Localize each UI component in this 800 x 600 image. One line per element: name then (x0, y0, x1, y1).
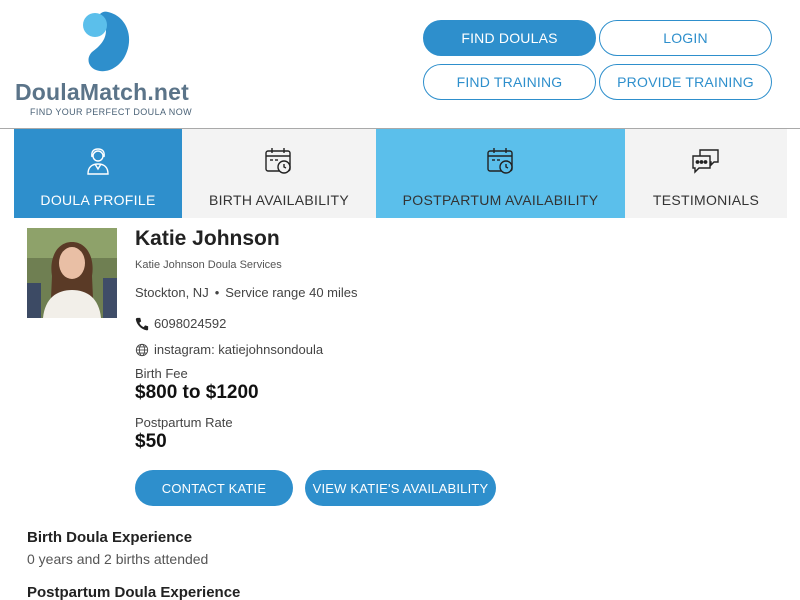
birth-experience-text: 0 years and 2 births attended (27, 551, 209, 567)
site-header: DoulaMatch.net FIND YOUR PERFECT DOULA N… (0, 0, 800, 129)
logo-mark-icon (83, 11, 130, 72)
postpartum-experience-title: Postpartum Doula Experience (27, 584, 241, 600)
profile-tabs: DOULA PROFILE BIRTH AVAILABILITY POSTPAR… (14, 129, 787, 218)
postpartum-rate-label: Postpartum Rate (135, 415, 233, 430)
tab-birth-availability[interactable]: BIRTH AVAILABILITY (182, 129, 376, 218)
phone-row[interactable]: 6098024592 (135, 316, 226, 331)
birth-fee-label: Birth Fee (135, 366, 188, 381)
chat-bubbles-icon (692, 149, 719, 174)
business-name: Katie Johnson Doula Services (135, 259, 282, 271)
provide-training-button[interactable]: PROVIDE TRAINING (599, 64, 772, 100)
view-availability-button[interactable]: VIEW KATIE'S AVAILABILITY (305, 470, 496, 506)
tab-doula-profile[interactable]: DOULA PROFILE (14, 129, 182, 218)
doula-photo (27, 228, 117, 318)
tab-label: POSTPARTUM AVAILABILITY (402, 192, 599, 208)
tab-label: DOULA PROFILE (40, 192, 156, 208)
contact-button[interactable]: CONTACT KATIE (135, 470, 293, 506)
city: Stockton, NJ (135, 285, 209, 300)
calendar-clock-icon (486, 148, 513, 174)
phone-number: 6098024592 (154, 316, 227, 331)
website-row[interactable]: instagram: katiejohnsondoula (135, 342, 323, 357)
postpartum-rate-value: $50 (135, 431, 167, 452)
birth-experience-title: Birth Doula Experience (27, 529, 193, 546)
tab-label: BIRTH AVAILABILITY (208, 192, 349, 208)
doula-photo-image (27, 228, 117, 318)
site-logo[interactable]: DoulaMatch.net FIND YOUR PERFECT DOULA N… (14, 10, 204, 120)
tab-postpartum-availability[interactable]: POSTPARTUM AVAILABILITY (376, 129, 625, 218)
find-doulas-button[interactable]: FIND DOULAS (423, 20, 596, 56)
website-link: instagram: katiejohnsondoula (154, 342, 324, 357)
logo-wordmark: DoulaMatch.net (15, 79, 190, 105)
doula-name: Katie Johnson (135, 227, 280, 250)
tab-label: TESTIMONIALS (652, 192, 760, 208)
separator-dot: • (214, 285, 220, 300)
find-training-button[interactable]: FIND TRAINING (423, 64, 596, 100)
globe-icon (135, 343, 149, 356)
logo-tagline: FIND YOUR PERFECT DOULA NOW (30, 107, 192, 117)
tab-testimonials[interactable]: TESTIMONIALS (625, 129, 787, 218)
birth-fee-value: $800 to $1200 (135, 382, 259, 403)
login-button[interactable]: LOGIN (599, 20, 772, 56)
location-info: Stockton, NJ • Service range 40 miles (135, 285, 358, 300)
calendar-clock-icon (265, 148, 291, 174)
service-range: Service range 40 miles (225, 285, 358, 300)
doula-person-icon (87, 148, 109, 175)
phone-icon (135, 317, 149, 330)
